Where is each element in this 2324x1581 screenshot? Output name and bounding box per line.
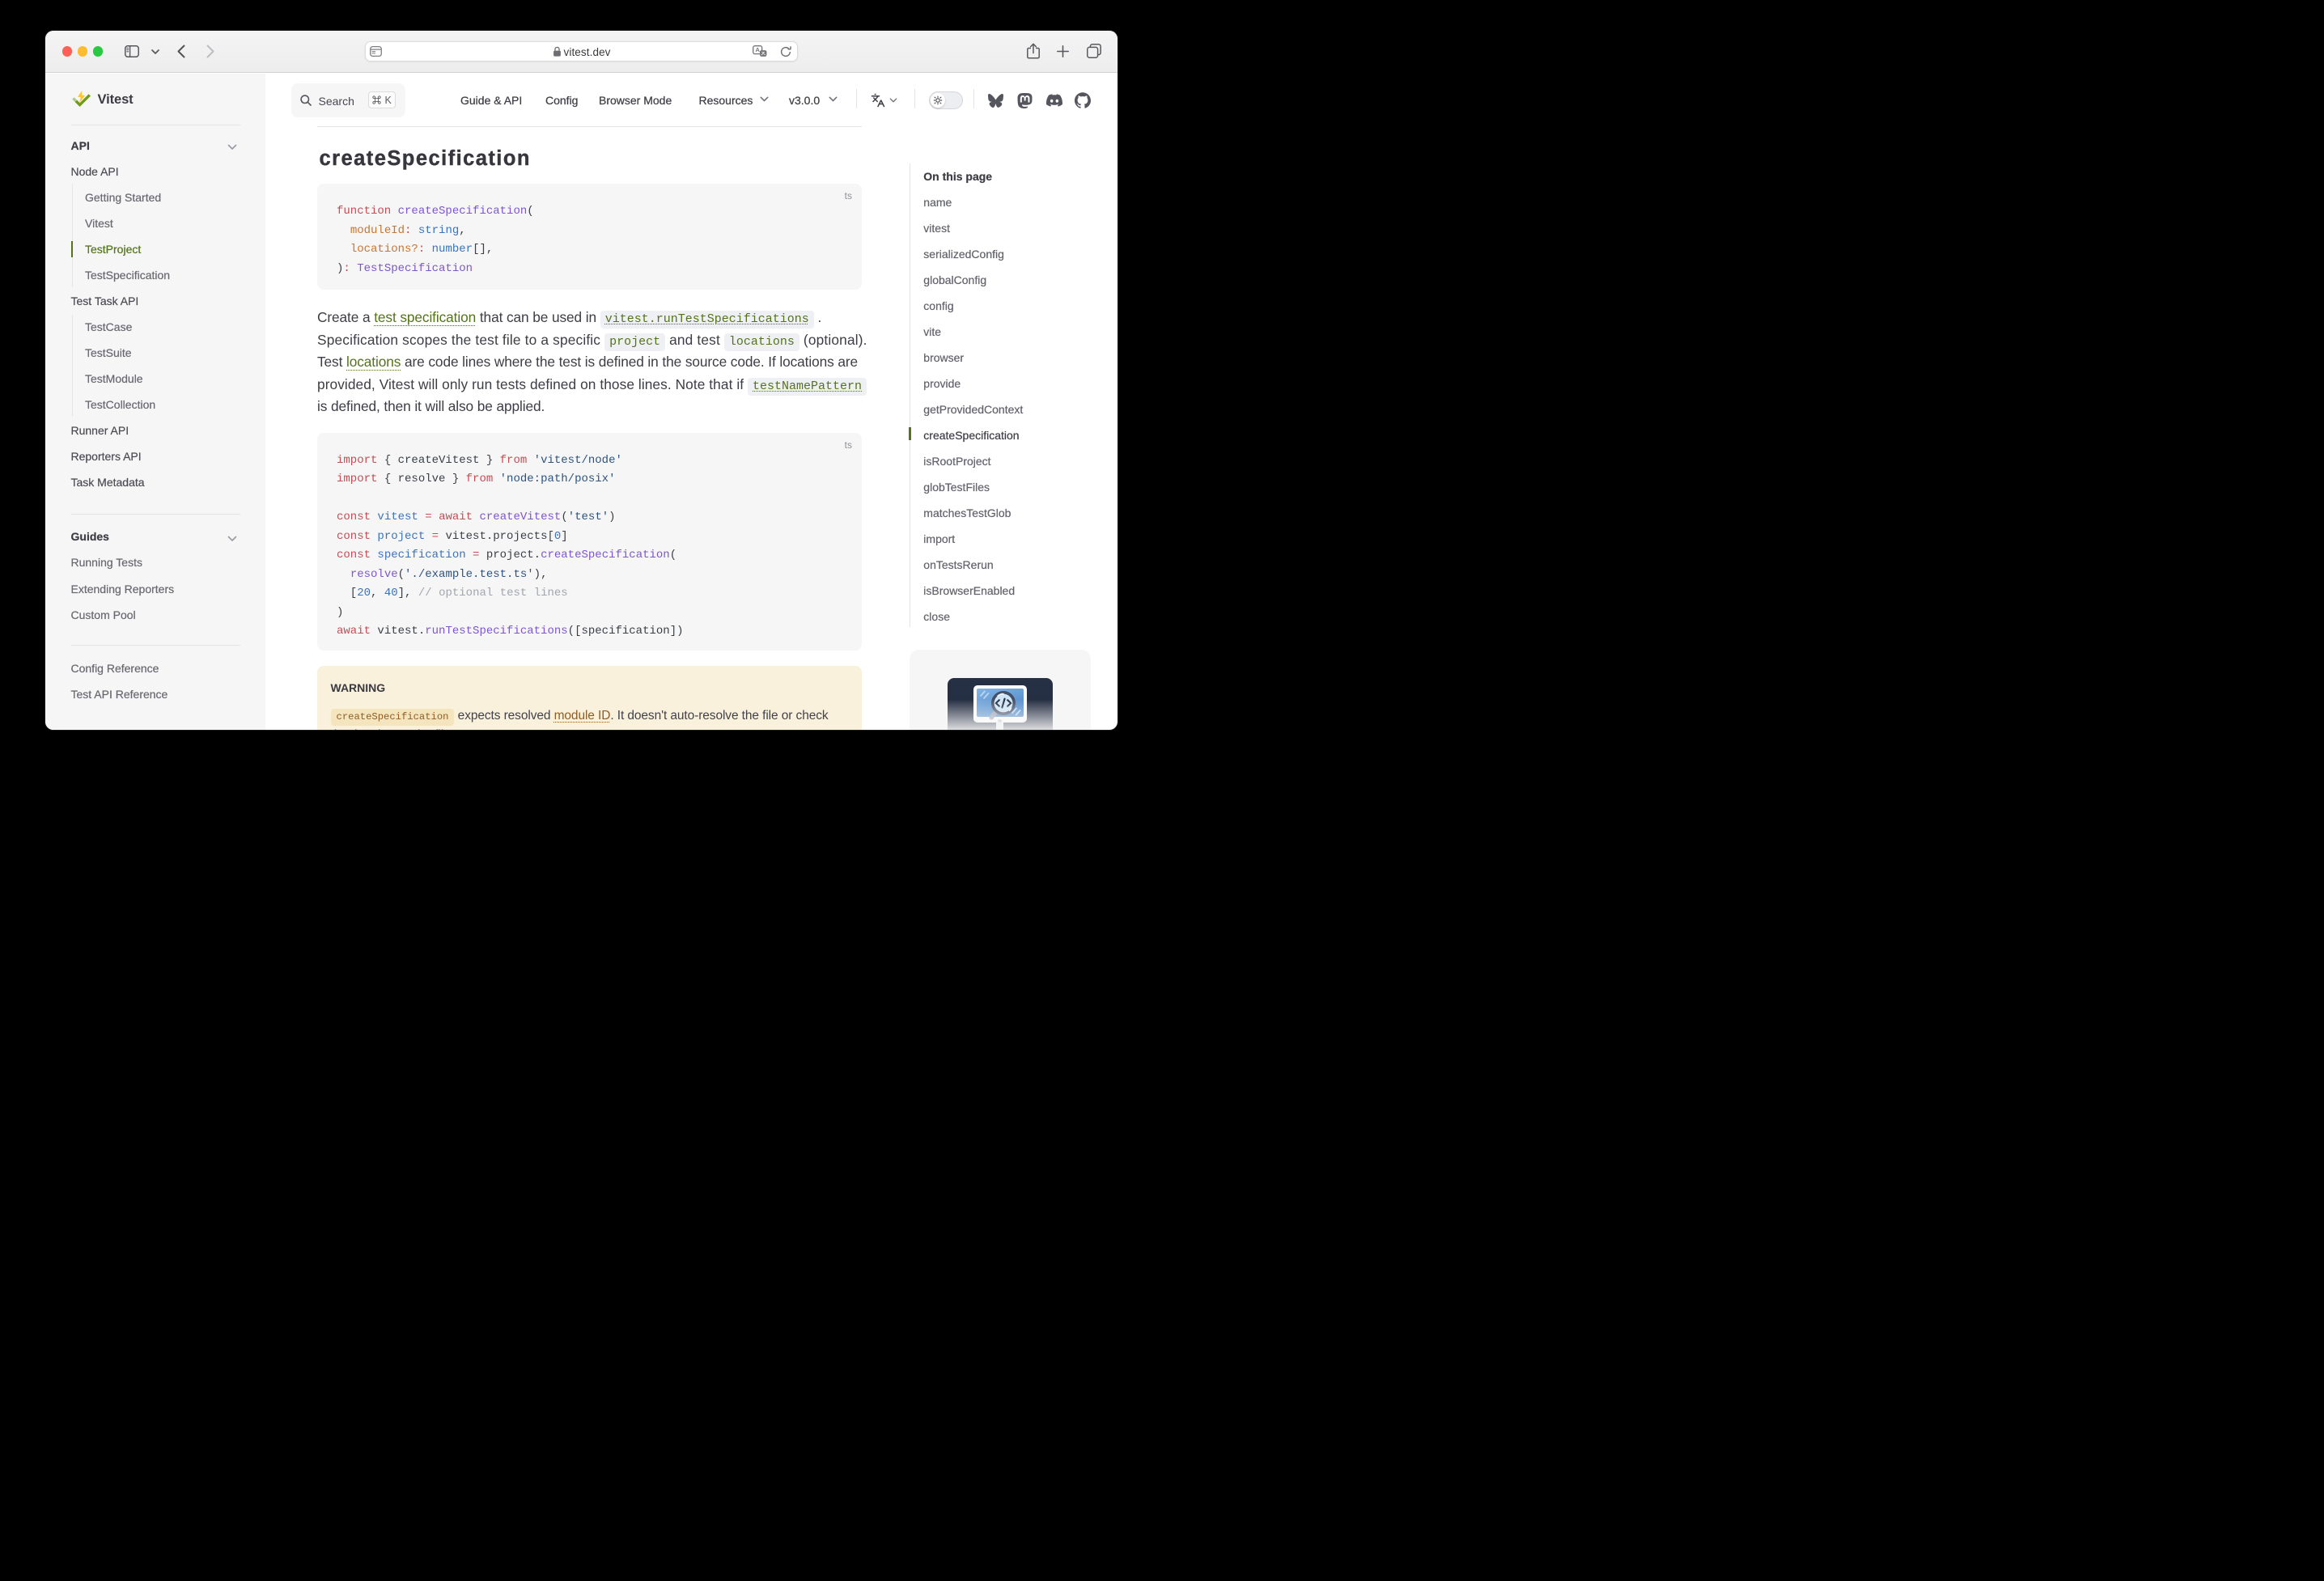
svg-text:A: A: [755, 46, 760, 53]
